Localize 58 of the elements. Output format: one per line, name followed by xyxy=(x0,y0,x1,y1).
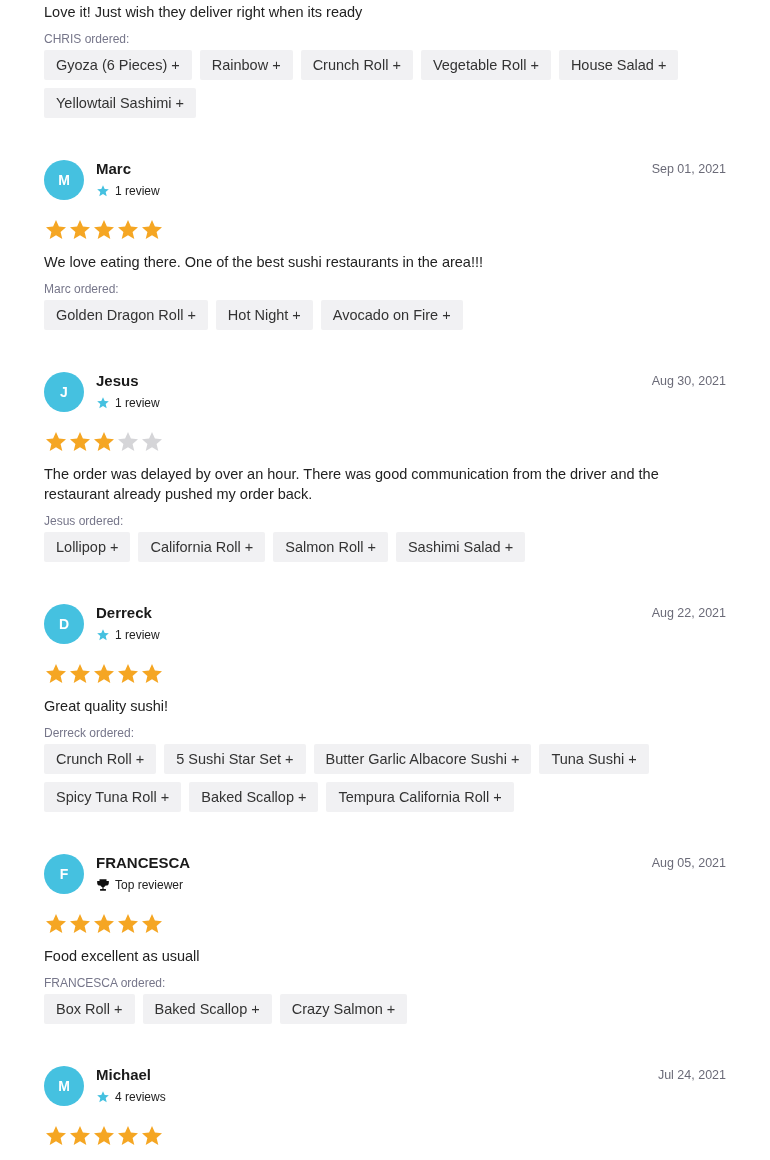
reviewer-name: FRANCESCA xyxy=(96,854,192,872)
menu-item-chip[interactable]: Tuna Sushi + xyxy=(539,744,649,774)
menu-item-chip[interactable]: Rainbow + xyxy=(199,50,293,80)
star-icon xyxy=(96,1090,110,1104)
menu-item-chip[interactable]: Tempura California Roll + xyxy=(326,782,514,812)
menu-item-chip[interactable]: Sashimi Salad + xyxy=(395,532,526,562)
review-date: Aug 30, 2021 xyxy=(651,374,726,388)
avatar: M xyxy=(44,1066,84,1106)
avatar: F xyxy=(44,854,84,894)
reviewer-status-label: 1 review xyxy=(115,396,160,410)
menu-item-chip[interactable]: Crunch Roll + xyxy=(300,50,413,80)
reviewer-name: Derreck xyxy=(96,604,153,622)
reviewer-status-label: Top reviewer xyxy=(115,878,184,892)
reviewer-name: Michael xyxy=(96,1066,153,1084)
review-date: Aug 05, 2021 xyxy=(651,856,726,870)
ordered-label: Jesus ordered: xyxy=(44,514,125,528)
reviewer-name: Jesus xyxy=(96,372,140,390)
star-icon xyxy=(96,184,110,198)
menu-item-chip[interactable]: Gyoza (6 Pieces) + xyxy=(44,50,192,80)
review-text: The order was delayed by over an hour. There was good communication from the driver and the restaurant already pushed my order back. xyxy=(44,465,660,504)
review-text: Love it! Just wish they deliver right when its ready xyxy=(44,3,364,22)
menu-item-chip[interactable]: House Salad + xyxy=(558,50,679,80)
menu-item-chip[interactable]: Yellowtail Sashimi + xyxy=(44,88,196,118)
menu-item-chip[interactable]: California Roll + xyxy=(138,532,266,562)
ordered-label: Derreck ordered: xyxy=(44,726,136,740)
avatar: D xyxy=(44,604,84,644)
menu-item-chip[interactable]: Golden Dragon Roll + xyxy=(44,300,208,330)
menu-item-chip[interactable]: Salmon Roll + xyxy=(273,532,388,562)
avatar: J xyxy=(44,372,84,412)
review-date: Aug 22, 2021 xyxy=(651,606,726,620)
ordered-label: CHRIS ordered: xyxy=(44,32,131,46)
menu-item-chip[interactable]: Box Roll + xyxy=(44,994,135,1024)
avatar: M xyxy=(44,160,84,200)
menu-item-chip[interactable]: 5 Sushi Star Set + xyxy=(164,744,306,774)
menu-item-chip[interactable]: Lollipop + xyxy=(44,532,131,562)
reviewer-status-label: 1 review xyxy=(115,628,160,642)
menu-item-chip[interactable]: Crunch Roll + xyxy=(44,744,157,774)
reviewer-name: Marc xyxy=(96,160,133,178)
menu-item-chip[interactable]: Crazy Salmon + xyxy=(279,994,408,1024)
ordered-label: FRANCESCA ordered: xyxy=(44,976,167,990)
menu-item-chip[interactable]: Baked Scallop + xyxy=(189,782,319,812)
menu-item-chip[interactable]: Spicy Tuna Roll + xyxy=(44,782,182,812)
menu-item-chip[interactable]: Baked Scallop + xyxy=(142,994,272,1024)
review-date: Sep 01, 2021 xyxy=(651,162,726,176)
reviewer-status-label: 4 reviews xyxy=(115,1090,166,1104)
menu-item-chip[interactable]: Hot Night + xyxy=(215,300,313,330)
menu-item-chip[interactable]: Butter Garlic Albacore Sushi + xyxy=(313,744,532,774)
review-text: Great quality sushi! xyxy=(44,697,170,716)
review-date: Jul 24, 2021 xyxy=(657,1068,726,1082)
review-text: Food excellent as usuall xyxy=(44,947,201,966)
review-text: We love eating there. One of the best sushi restaurants in the area!!! xyxy=(44,253,484,272)
trophy-icon xyxy=(96,878,110,892)
menu-item-chip[interactable]: Vegetable Roll + xyxy=(420,50,551,80)
star-icon xyxy=(96,628,110,642)
menu-item-chip[interactable]: Avocado on Fire + xyxy=(320,300,463,330)
star-icon xyxy=(96,396,110,410)
ordered-label: Marc ordered: xyxy=(44,282,120,296)
reviewer-status-label: 1 review xyxy=(115,184,160,198)
